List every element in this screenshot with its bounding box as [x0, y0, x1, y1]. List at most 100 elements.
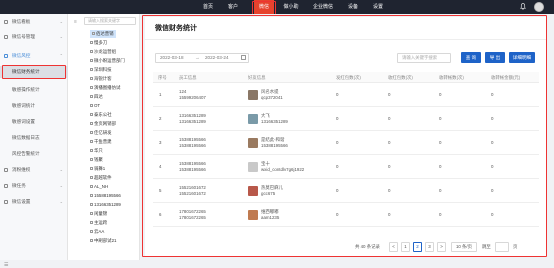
tree-item[interactable]: 华只	[90, 147, 103, 155]
tree-item-label: 海锐计客	[94, 76, 112, 81]
tree-item-label: 13166351289	[94, 202, 121, 207]
checkbox-icon[interactable]	[90, 239, 93, 243]
collapse-sidebar-icon[interactable]: ☰	[4, 262, 8, 268]
tree-item-label: 骑舞1	[94, 166, 106, 171]
checkbox-icon[interactable]	[90, 50, 93, 54]
menu-icon[interactable]: ≡	[74, 19, 77, 25]
checkbox-icon[interactable]	[90, 131, 93, 135]
checkbox-icon[interactable]	[90, 86, 93, 90]
department-tree: ≡ 请输入搜索关键字 佰达营销慢多刀沙龙运营组微小盼运营部门 深圳科技海锐计客演播…	[68, 14, 140, 260]
user-avatar[interactable]	[534, 2, 544, 12]
nav-home[interactable]: 首页	[197, 0, 219, 14]
task-icon	[4, 184, 8, 188]
tree-item-label: AL_NH	[94, 184, 109, 189]
checkbox-icon[interactable]	[90, 176, 93, 180]
tree-item[interactable]: 闲童锦	[90, 210, 107, 218]
checkbox-icon[interactable]	[90, 203, 93, 207]
nav-settings[interactable]: 设置	[367, 0, 389, 14]
tree-item[interactable]: 骑舞1	[90, 165, 105, 173]
checkbox-icon[interactable]	[90, 140, 93, 144]
chevron-down-icon: ⌄	[59, 199, 63, 204]
tree-item[interactable]: 微小盼运营部门	[90, 57, 125, 65]
tree-item-label: 四达	[94, 94, 103, 99]
sidebar-item-sensitive-words-settings[interactable]: 敏感词设置	[0, 116, 68, 128]
tree-item[interactable]: 海锐计客	[90, 75, 112, 83]
tree-item-label: 微小盼运营部门	[94, 58, 125, 63]
chevron-up-icon: ⌃	[59, 53, 63, 58]
chevron-down-icon: ⌄	[59, 19, 63, 24]
tree-item[interactable]: 深圳科技	[90, 66, 112, 74]
tree-item[interactable]: 佳亿研发	[90, 129, 112, 137]
checkbox-icon[interactable]	[90, 149, 93, 153]
nav-devices[interactable]: 设备	[343, 0, 363, 14]
tree-item-label: 华只	[94, 148, 103, 153]
checkbox-icon[interactable]	[90, 122, 93, 126]
tree-item[interactable]: 15588195566	[90, 192, 121, 200]
tree-item[interactable]: 主运跨	[90, 219, 107, 227]
tree-item-label: 演播图播仿试	[94, 85, 121, 90]
tree-item[interactable]: 四达	[90, 93, 103, 101]
tree-item[interactable]: 慢多刀	[90, 39, 107, 47]
tree-item[interactable]: 超越软件	[90, 174, 112, 182]
tree-search-input[interactable]: 请输入搜索关键字	[84, 17, 136, 25]
tree-item[interactable]: OT	[90, 102, 100, 110]
checkbox-icon[interactable]	[90, 113, 93, 117]
tree-item-label: 超越软件	[94, 175, 112, 180]
top-navigation-bar: 首页 客户 微信 做小助 企业微信 设备 设置	[0, 0, 554, 14]
sidebar: 微信看板 ⌄ 微信号管理 ⌄ 微信风控 ⌃ 微信财务统计 敏感操作统计 敏感词统计 敏…	[0, 14, 68, 268]
tree-item[interactable]: AL_NH	[90, 183, 108, 191]
tree-item[interactable]: 钱聚	[90, 156, 103, 164]
tree-item[interactable]: 演播图播仿试	[90, 84, 120, 92]
checkbox-icon[interactable]	[90, 59, 93, 63]
tree-item[interactable]: 中刷部试21	[90, 237, 116, 245]
tree-item[interactable]: 佰达营销	[90, 30, 116, 38]
checkbox-icon[interactable]	[90, 221, 93, 225]
checkbox-icon[interactable]	[90, 95, 93, 99]
tree-item-label: 15588195566	[94, 193, 121, 198]
tree-item-label: 慢多刀	[94, 40, 108, 45]
sidebar-item-fan-rights[interactable]: 消粉维权 ⌄	[0, 164, 68, 176]
tree-item-label: 佰达营销	[96, 31, 114, 36]
sidebar-item-account-mgmt[interactable]: 微信号管理 ⌄	[0, 31, 68, 43]
tree-item-label: 金页网销部	[94, 121, 116, 126]
dashboard-icon	[4, 20, 8, 24]
checkbox-icon[interactable]	[90, 212, 93, 216]
tree-item[interactable]: 沙龙运营组	[90, 48, 116, 56]
sidebar-item-data-log[interactable]: 微信数据日志	[0, 132, 68, 144]
tree-item[interactable]: 云AA	[90, 228, 104, 236]
bell-icon[interactable]	[520, 3, 526, 10]
checkbox-icon[interactable]	[90, 41, 93, 45]
tree-item[interactable]: 干鱼营建	[90, 138, 112, 146]
content-highlight-box	[142, 15, 547, 257]
checkbox-icon[interactable]	[90, 68, 93, 72]
checkbox-icon[interactable]	[90, 194, 93, 198]
checkbox-icon[interactable]	[90, 158, 93, 162]
sidebar-item-dashboard[interactable]: 微信看板 ⌄	[0, 16, 68, 28]
nav-enterprise-wechat[interactable]: 企业微信	[308, 0, 338, 14]
tree-item-label: 深圳科技	[94, 67, 112, 72]
chevron-down-icon: ⌄	[59, 183, 63, 188]
sidebar-item-wechat-settings[interactable]: 微信设置 ⌄	[0, 196, 68, 208]
tree-item[interactable]: 泰东公社	[90, 111, 112, 119]
account-icon	[4, 35, 8, 39]
chevron-down-icon: ⌄	[59, 167, 63, 172]
sidebar-item-risk-control[interactable]: 微信风控 ⌃	[0, 50, 68, 62]
checkbox-icon[interactable]	[90, 167, 93, 171]
sidebar-item-sensitive-ops[interactable]: 敏感操作统计	[0, 84, 68, 96]
nav-assistant[interactable]: 做小助	[279, 0, 303, 14]
checkbox-icon[interactable]	[90, 77, 93, 81]
nav-customer[interactable]: 客户	[222, 0, 244, 14]
checkbox-icon[interactable]	[90, 185, 93, 189]
checkbox-icon[interactable]	[90, 104, 93, 108]
heart-icon	[4, 168, 8, 172]
sidebar-item-micro-tasks[interactable]: 微任务 ⌄	[0, 180, 68, 192]
chevron-down-icon: ⌄	[59, 34, 63, 39]
gear-icon	[4, 200, 8, 204]
checkbox-icon[interactable]	[92, 32, 95, 36]
tree-item[interactable]: 13166351289	[90, 201, 121, 209]
tree-item[interactable]: 金页网销部	[90, 120, 116, 128]
checkbox-icon[interactable]	[90, 230, 93, 234]
sidebar-item-sensitive-words-stats[interactable]: 敏感词统计	[0, 100, 68, 112]
tree-item-label: 干鱼营建	[94, 139, 112, 144]
sidebar-item-alerts[interactable]: 风控告警统计	[0, 148, 68, 160]
